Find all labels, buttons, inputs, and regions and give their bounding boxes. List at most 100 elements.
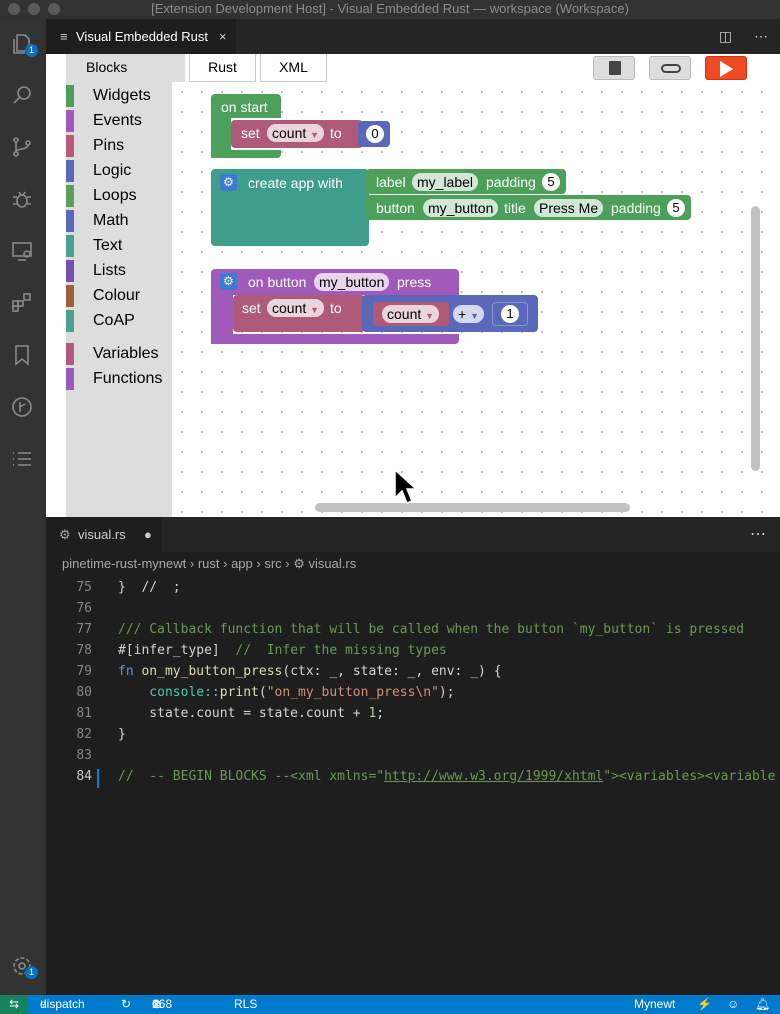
plug-icon[interactable]: ⚡ [697, 995, 712, 1014]
tab-xml[interactable]: XML [260, 54, 327, 82]
split-editor-icon[interactable]: ◫ [719, 28, 732, 44]
close-icon[interactable]: × [219, 19, 227, 54]
category-math[interactable]: Math [66, 210, 129, 232]
trash-icon [609, 61, 621, 75]
category-logic[interactable]: Logic [66, 160, 131, 182]
link-button[interactable] [649, 56, 691, 80]
status-bar: ⇆ ⑂ dispatch ↻ ⊗ 0 ⚠ 168 RLS Mynewt ⚡ ☺ … [0, 995, 780, 1014]
count-variable-dropdown[interactable]: count ▼ [267, 299, 325, 317]
rust-file-icon: ⚙ [293, 556, 305, 571]
breadcrumb-item[interactable]: src [264, 556, 281, 571]
code-line[interactable]: } // ; [118, 580, 181, 595]
feedback-icon[interactable]: ☺ [727, 995, 739, 1014]
code-line[interactable]: state.count = state.count + 1; [118, 706, 384, 721]
maximize-window-button[interactable] [48, 3, 60, 15]
code-editor: ⚙ visual.rs ● ⋯ pinetime-rust-mynewt › r… [46, 517, 780, 995]
to-label: to [330, 300, 342, 316]
code-line[interactable]: /// Callback function that will be calle… [118, 622, 744, 637]
line-number: 79 [76, 664, 92, 679]
horizontal-scrollbar[interactable] [315, 503, 630, 512]
breadcrumb-item[interactable]: visual.rs [309, 556, 357, 571]
tab-actions: ◫ ⋯ [719, 19, 768, 54]
activity-bar: 1 1 [0, 19, 46, 995]
notification-bell-icon[interactable]: 🔔︎ [755, 995, 770, 1014]
list-icon[interactable] [9, 446, 35, 472]
category-lists[interactable]: Lists [66, 260, 126, 282]
padding-field[interactable]: 5 [542, 173, 560, 191]
category-widgets[interactable]: Widgets [66, 85, 151, 107]
press-label: press [397, 274, 432, 290]
tab-visual-embedded-rust[interactable]: ≡ Visual Embedded Rust × [46, 19, 236, 54]
category-functions[interactable]: Functions [66, 368, 162, 390]
on-start-block-foot [211, 150, 281, 158]
code-line[interactable]: } [118, 727, 126, 742]
line-number: 77 [76, 622, 92, 637]
breadcrumb-item[interactable]: rust [198, 556, 220, 571]
rls-status[interactable]: RLS [234, 995, 257, 1014]
more-actions-icon[interactable]: ⋯ [750, 517, 766, 552]
mouse-cursor-icon [394, 468, 417, 504]
window-title: [Extension Development Host] - Visual Em… [151, 1, 629, 16]
code-line[interactable]: // -- BEGIN BLOCKS --<xml xmlns="http://… [118, 769, 775, 784]
sync-icon[interactable]: ↻ [121, 995, 131, 1014]
unsaved-dot-icon[interactable]: ● [144, 517, 152, 552]
tab-label: Visual Embedded Rust [76, 29, 209, 44]
code-line[interactable]: #[infer_type] // Infer the missing types [118, 643, 447, 658]
code-line[interactable]: fn on_my_button_press(ctx: _, state: _, … [118, 664, 502, 679]
category-text[interactable]: Text [66, 235, 122, 257]
padding-field[interactable]: 5 [667, 199, 685, 217]
code-line[interactable]: console::print("on_my_button_press\n"); [118, 685, 454, 700]
more-actions-icon[interactable]: ⋯ [754, 28, 768, 44]
label-name-field[interactable]: my_label [412, 173, 479, 191]
remote-explorer-icon[interactable] [9, 238, 35, 264]
set-label: set [241, 125, 260, 141]
line-number: 84 [76, 769, 92, 784]
extensions-icon[interactable] [9, 290, 35, 316]
tab-blocks[interactable]: Blocks [66, 54, 185, 82]
gear-icon[interactable]: ⚙ [220, 273, 237, 290]
vertical-scrollbar[interactable] [751, 206, 760, 471]
breadcrumb-item[interactable]: app [231, 556, 253, 571]
number-field[interactable]: 1 [501, 305, 519, 323]
line-number: 81 [76, 706, 92, 721]
close-window-button[interactable] [8, 3, 20, 15]
editor-tab-bar: ⚙ visual.rs ● ⋯ [46, 517, 780, 552]
search-icon[interactable] [9, 82, 35, 108]
source-control-icon[interactable] [9, 134, 35, 160]
tab-label: visual.rs [78, 527, 126, 542]
remote-icon[interactable]: ⇆ [0, 995, 28, 1014]
blockly-webview: Blocks Widgets Events Pins Logic Loops M… [46, 54, 780, 517]
category-pins[interactable]: Pins [66, 135, 124, 157]
on-start-label: on start [221, 99, 268, 115]
category-events[interactable]: Events [66, 110, 142, 132]
number-field[interactable]: 0 [366, 125, 384, 143]
count-variable-dropdown[interactable]: count ▼ [267, 124, 325, 142]
button-name-field[interactable]: my_button [423, 199, 499, 217]
debug-icon[interactable] [9, 186, 35, 212]
bookmark-icon[interactable] [9, 342, 35, 368]
line-number: 83 [76, 748, 92, 763]
tab-visual-rs[interactable]: ⚙ visual.rs ● [46, 517, 161, 552]
create-app-label: create app with [248, 175, 343, 191]
breadcrumb-item[interactable]: pinetime-rust-mynewt [62, 556, 186, 571]
button-name-field[interactable]: my_button [314, 273, 390, 291]
operator-dropdown[interactable]: + ▼ [453, 305, 484, 323]
category-colour[interactable]: Colour [66, 285, 140, 307]
gitlens-icon[interactable] [9, 394, 35, 420]
run-button[interactable] [705, 56, 747, 80]
target-status[interactable]: Mynewt [634, 995, 675, 1014]
trash-button[interactable] [593, 56, 635, 80]
to-label: to [330, 125, 342, 141]
minimize-window-button[interactable] [28, 3, 40, 15]
count-getter-dropdown[interactable]: count ▼ [382, 305, 440, 323]
line-number: 80 [76, 685, 92, 700]
gear-icon[interactable]: ⚙ [220, 174, 237, 191]
line-number: 75 [76, 580, 92, 595]
category-variables[interactable]: Variables [66, 343, 159, 365]
tab-rust[interactable]: Rust [189, 54, 256, 82]
title-keyword: title [504, 200, 526, 216]
button-title-field[interactable]: Press Me [534, 199, 604, 217]
list-icon: ≡ [60, 29, 68, 44]
category-coap[interactable]: CoAP [66, 310, 135, 332]
category-loops[interactable]: Loops [66, 185, 137, 207]
